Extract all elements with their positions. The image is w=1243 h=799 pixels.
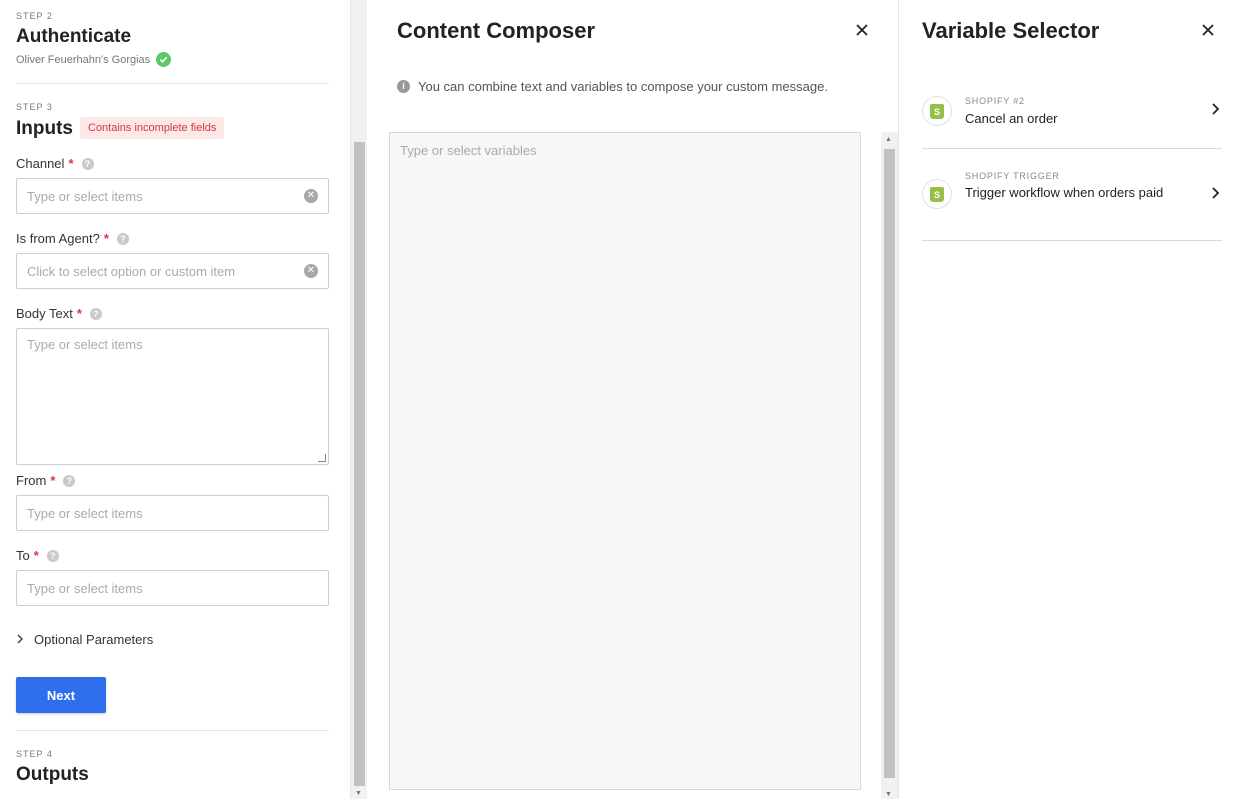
- optional-parameters-toggle[interactable]: Optional Parameters: [16, 632, 153, 647]
- divider: [16, 730, 329, 731]
- from-label: From * ?: [16, 473, 76, 488]
- to-label-text: To: [16, 548, 30, 563]
- to-placeholder: Type or select items: [27, 580, 143, 596]
- channel-input[interactable]: Type or select items ✕: [16, 178, 329, 214]
- step-3-label: STEP 3: [16, 102, 53, 112]
- body-text-placeholder: Type or select items: [27, 337, 143, 352]
- composer-input[interactable]: Type or select variables: [389, 132, 861, 790]
- is-from-agent-label: Is from Agent? * ?: [16, 231, 129, 246]
- divider: [16, 83, 329, 84]
- step-2-title[interactable]: Authenticate: [16, 26, 131, 48]
- step-3-title[interactable]: Inputs: [16, 118, 73, 140]
- resize-handle[interactable]: [318, 454, 326, 462]
- to-input[interactable]: Type or select items: [16, 570, 329, 606]
- selector-title: Variable Selector: [922, 18, 1100, 43]
- help-icon[interactable]: ?: [81, 157, 94, 170]
- variable-label: Cancel an order: [965, 111, 1058, 126]
- variable-item-orders-paid-trigger[interactable]: S SHOPIFY TRIGGER Trigger workflow when …: [922, 149, 1222, 241]
- required-marker: *: [68, 156, 74, 171]
- scrollbar-thumb[interactable]: [884, 149, 895, 778]
- chevron-right-icon: [16, 633, 24, 647]
- variable-source: SHOPIFY TRIGGER: [965, 171, 1060, 181]
- clear-icon[interactable]: ✕: [304, 189, 318, 203]
- channel-label-text: Channel: [16, 156, 65, 171]
- composer-info-text: You can combine text and variables to co…: [418, 79, 828, 94]
- account-name: Oliver Feuerhahn's Gorgias: [16, 53, 151, 66]
- step-4-label: STEP 4: [16, 749, 53, 759]
- scroll-down-arrow-icon[interactable]: ▼: [885, 791, 892, 798]
- composer-title: Content Composer: [397, 18, 595, 43]
- from-placeholder: Type or select items: [27, 505, 143, 521]
- is-from-agent-label-text: Is from Agent?: [16, 231, 100, 246]
- required-marker: *: [103, 231, 109, 246]
- help-icon[interactable]: ?: [63, 474, 76, 487]
- incomplete-fields-badge: Contains incomplete fields: [80, 117, 225, 139]
- variable-label: Trigger workflow when orders paid: [965, 185, 1164, 200]
- variable-item-cancel-order[interactable]: S SHOPIFY #2 Cancel an order: [922, 88, 1222, 149]
- required-marker: *: [50, 473, 56, 488]
- left-panel-scrollbar[interactable]: ▼: [350, 0, 367, 799]
- authenticated-account: Oliver Feuerhahn's Gorgias: [16, 52, 172, 67]
- help-icon[interactable]: ?: [89, 307, 102, 320]
- scrollbar-thumb[interactable]: [354, 142, 365, 786]
- step-4-title[interactable]: Outputs: [16, 764, 89, 786]
- info-icon: i: [397, 80, 410, 93]
- channel-label: Channel * ?: [16, 156, 94, 171]
- close-icon[interactable]: [854, 23, 870, 39]
- optional-parameters-label: Optional Parameters: [34, 632, 154, 647]
- chevron-right-icon[interactable]: [1211, 186, 1220, 205]
- composer-scrollbar[interactable]: ▲ ▼: [881, 132, 898, 799]
- is-from-agent-select[interactable]: Click to select option or custom item ✕: [16, 253, 329, 289]
- help-icon[interactable]: ?: [46, 549, 59, 562]
- shopify-icon: S: [922, 179, 952, 209]
- body-text-textarea[interactable]: Type or select items: [16, 328, 329, 465]
- variable-source: SHOPIFY #2: [965, 96, 1025, 106]
- channel-placeholder: Type or select items: [27, 188, 143, 204]
- composer-placeholder: Type or select variables: [400, 143, 537, 158]
- scroll-up-arrow-icon[interactable]: ▲: [885, 136, 892, 143]
- body-text-label: Body Text * ?: [16, 306, 102, 321]
- check-icon: [156, 52, 172, 67]
- scroll-down-arrow-icon[interactable]: ▼: [355, 790, 362, 797]
- workflow-steps-panel: STEP 2 Authenticate Oliver Feuerhahn's G…: [0, 0, 350, 799]
- shopify-icon: S: [922, 96, 952, 126]
- content-composer-panel: Content Composer i You can combine text …: [368, 0, 899, 799]
- help-icon[interactable]: ?: [116, 232, 129, 245]
- composer-info: i You can combine text and variables to …: [397, 79, 828, 94]
- required-marker: *: [76, 306, 82, 321]
- is-from-agent-placeholder: Click to select option or custom item: [27, 263, 236, 279]
- required-marker: *: [33, 548, 39, 563]
- clear-icon[interactable]: ✕: [304, 264, 318, 278]
- next-button[interactable]: Next: [16, 677, 106, 713]
- from-input[interactable]: Type or select items: [16, 495, 329, 531]
- close-icon[interactable]: [1200, 23, 1216, 39]
- to-label: To * ?: [16, 548, 59, 563]
- body-text-label-text: Body Text: [16, 306, 73, 321]
- from-label-text: From: [16, 473, 47, 488]
- variable-selector-panel: Variable Selector S SHOPIFY #2 Cancel an…: [900, 0, 1243, 799]
- chevron-right-icon[interactable]: [1211, 102, 1220, 121]
- step-2-label: STEP 2: [16, 11, 53, 21]
